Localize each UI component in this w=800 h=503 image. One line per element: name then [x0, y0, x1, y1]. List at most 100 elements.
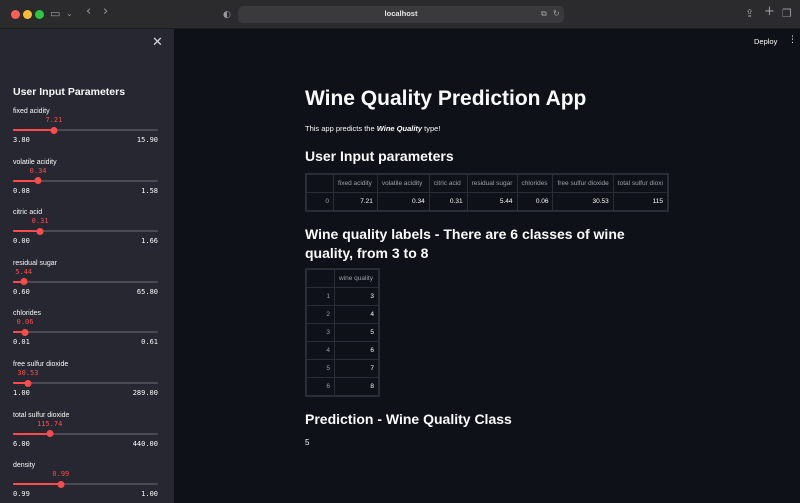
table-cell[interactable]: 5 [334, 323, 379, 342]
slider-residual-sugar[interactable]: residual sugar 5.44 0.60 65.80 [13, 260, 158, 308]
intro-emphasis: Wine Quality [376, 124, 423, 133]
new-tab-icon[interactable]: + [764, 5, 775, 19]
slider-min: 3.80 [13, 136, 30, 144]
row-index[interactable]: 1 [306, 287, 335, 306]
column-header[interactable]: chlorides [516, 174, 554, 193]
table-cell[interactable]: 3 [334, 287, 379, 306]
slider-min: 0.01 [13, 338, 30, 347]
slider-thumb[interactable] [46, 430, 54, 438]
chevron-down-icon[interactable]: ⌄ [66, 7, 73, 21]
slider-free-sulfur-dioxide[interactable]: free sulfur dioxide 30.53 1.00 289.00 [13, 361, 158, 409]
table-row[interactable]: 68 [306, 377, 379, 396]
table-row[interactable]: 0 7.21 0.34 0.31 5.44 0.06 30.53 115 [306, 192, 668, 211]
main-content: Deploy ⋮ Wine Quality Prediction App Thi… [174, 29, 800, 503]
slider-thumb[interactable] [50, 126, 58, 134]
translate-icon[interactable]: ⧉ [541, 9, 547, 19]
slider-track[interactable] [13, 177, 158, 185]
back-icon[interactable]: ‹ [86, 5, 91, 19]
table-cell[interactable]: 8 [334, 377, 379, 396]
table-cell[interactable]: 0.34 [376, 192, 430, 211]
table-row[interactable]: 24 [306, 305, 379, 324]
column-header[interactable]: free sulfur dioxide [552, 174, 614, 193]
slider-volatile-acidity[interactable]: volatile acidity 0.34 0.08 1.58 [13, 159, 158, 207]
slider-thumb[interactable] [24, 379, 32, 387]
slider-track[interactable] [13, 328, 158, 336]
slider-density[interactable]: density 0.99 0.99 1.00 [13, 462, 158, 503]
table-cell[interactable]: 115 [612, 192, 668, 211]
quality-labels-table[interactable]: wine quality 1 3 2 4 3 5 4 6 5 7 6 8 [305, 268, 380, 397]
slider-fixed-acidity[interactable]: fixed acidity 7.21 3.80 15.90 [13, 108, 158, 156]
table-cell[interactable]: 4 [334, 305, 379, 324]
slider-min: 0.99 [13, 490, 30, 499]
slider-thumb[interactable] [34, 177, 42, 185]
tab-overview-icon[interactable]: ❐ [782, 7, 792, 21]
maximize-window-button[interactable] [35, 10, 44, 19]
table-cell[interactable]: 30.53 [552, 192, 614, 211]
slider-track[interactable] [13, 379, 158, 387]
slider-track[interactable] [13, 278, 158, 286]
close-sidebar-icon[interactable]: ✕ [152, 35, 163, 50]
privacy-shield-icon[interactable]: ◐ [223, 8, 231, 22]
column-header[interactable] [306, 269, 335, 288]
row-index[interactable]: 3 [306, 323, 335, 342]
slider-track[interactable] [13, 227, 158, 235]
column-header[interactable]: residual sugar [466, 174, 518, 193]
row-index[interactable]: 4 [306, 341, 335, 360]
table-row[interactable]: 35 [306, 323, 379, 342]
sidebar-toggle-icon[interactable]: ▭ [50, 7, 60, 21]
slider-thumb[interactable] [36, 227, 44, 235]
table-row[interactable]: 46 [306, 341, 379, 360]
row-index[interactable]: 6 [306, 377, 335, 396]
slider-track[interactable] [13, 480, 158, 488]
table-cell[interactable]: 0.31 [428, 192, 468, 211]
column-header[interactable]: wine quality [334, 269, 379, 288]
column-header[interactable] [306, 174, 334, 193]
table-cell[interactable]: 7 [334, 359, 379, 378]
page-title: Wine Quality Prediction App [305, 87, 587, 110]
intro-suffix: type! [422, 124, 441, 133]
table-row[interactable]: 13 [306, 287, 379, 306]
slider-total-sulfur-dioxide[interactable]: total sulfur dioxide 115.74 6.00 440.00 [13, 412, 158, 460]
slider-max: 15.90 [136, 136, 158, 144]
deploy-button[interactable]: Deploy [754, 37, 777, 46]
slider-citric-acid[interactable]: citric acid 0.31 0.00 1.66 [13, 209, 158, 257]
reload-icon[interactable]: ↻ [553, 9, 560, 18]
slider-max: 1.66 [141, 237, 158, 246]
slider-min: 1.00 [13, 389, 30, 397]
table-cell[interactable]: 7.21 [332, 192, 378, 211]
column-header[interactable]: fixed acidity [332, 174, 378, 193]
slider-max: 1.58 [141, 186, 158, 195]
row-index[interactable]: 5 [306, 359, 335, 378]
column-header[interactable]: volatile acidity [376, 174, 430, 193]
close-window-button[interactable] [11, 10, 20, 19]
main-menu-icon[interactable]: ⋮ [788, 35, 797, 45]
input-params-table[interactable]: fixed acidity volatile acidity citric acid… [305, 173, 669, 212]
slider-track[interactable] [13, 126, 158, 134]
slider-value: 0.34 [29, 166, 47, 175]
sidebar-title: User Input Parameters [13, 86, 126, 98]
column-header[interactable]: total sulfur dioxi [612, 174, 668, 193]
slider-thumb[interactable] [21, 328, 29, 336]
slider-min: 0.08 [13, 186, 30, 195]
table-header-row: wine quality [306, 269, 379, 288]
row-index[interactable]: 2 [306, 305, 335, 324]
slider-min: 6.00 [13, 439, 30, 448]
table-cell[interactable]: 0.06 [516, 192, 554, 211]
slider-thumb[interactable] [57, 480, 65, 488]
address-bar[interactable]: localhost ⧉ ↻ [238, 6, 564, 23]
slider-chlorides[interactable]: chlorides 0.06 0.01 0.61 [13, 310, 158, 358]
minimize-window-button[interactable] [23, 10, 32, 19]
table-cell[interactable]: 5.44 [466, 192, 518, 211]
table-row[interactable]: 57 [306, 359, 379, 378]
slider-thumb[interactable] [20, 278, 28, 286]
slider-track[interactable] [13, 430, 158, 438]
table-header-row: fixed acidity volatile acidity citric acid… [306, 174, 668, 193]
input-params-heading: User Input parameters [305, 148, 454, 164]
row-index[interactable]: 0 [306, 192, 334, 211]
table-cell[interactable]: 6 [334, 341, 379, 360]
column-header[interactable]: citric acid [428, 174, 468, 193]
intro-prefix: This app predicts the [305, 124, 377, 133]
share-icon[interactable]: ⇪ [745, 7, 754, 21]
browser-toolbar: ▭ ⌄ ‹ › ◐ localhost ⧉ ↻ ⇪ + ❐ [0, 0, 800, 29]
forward-icon[interactable]: › [103, 5, 108, 19]
